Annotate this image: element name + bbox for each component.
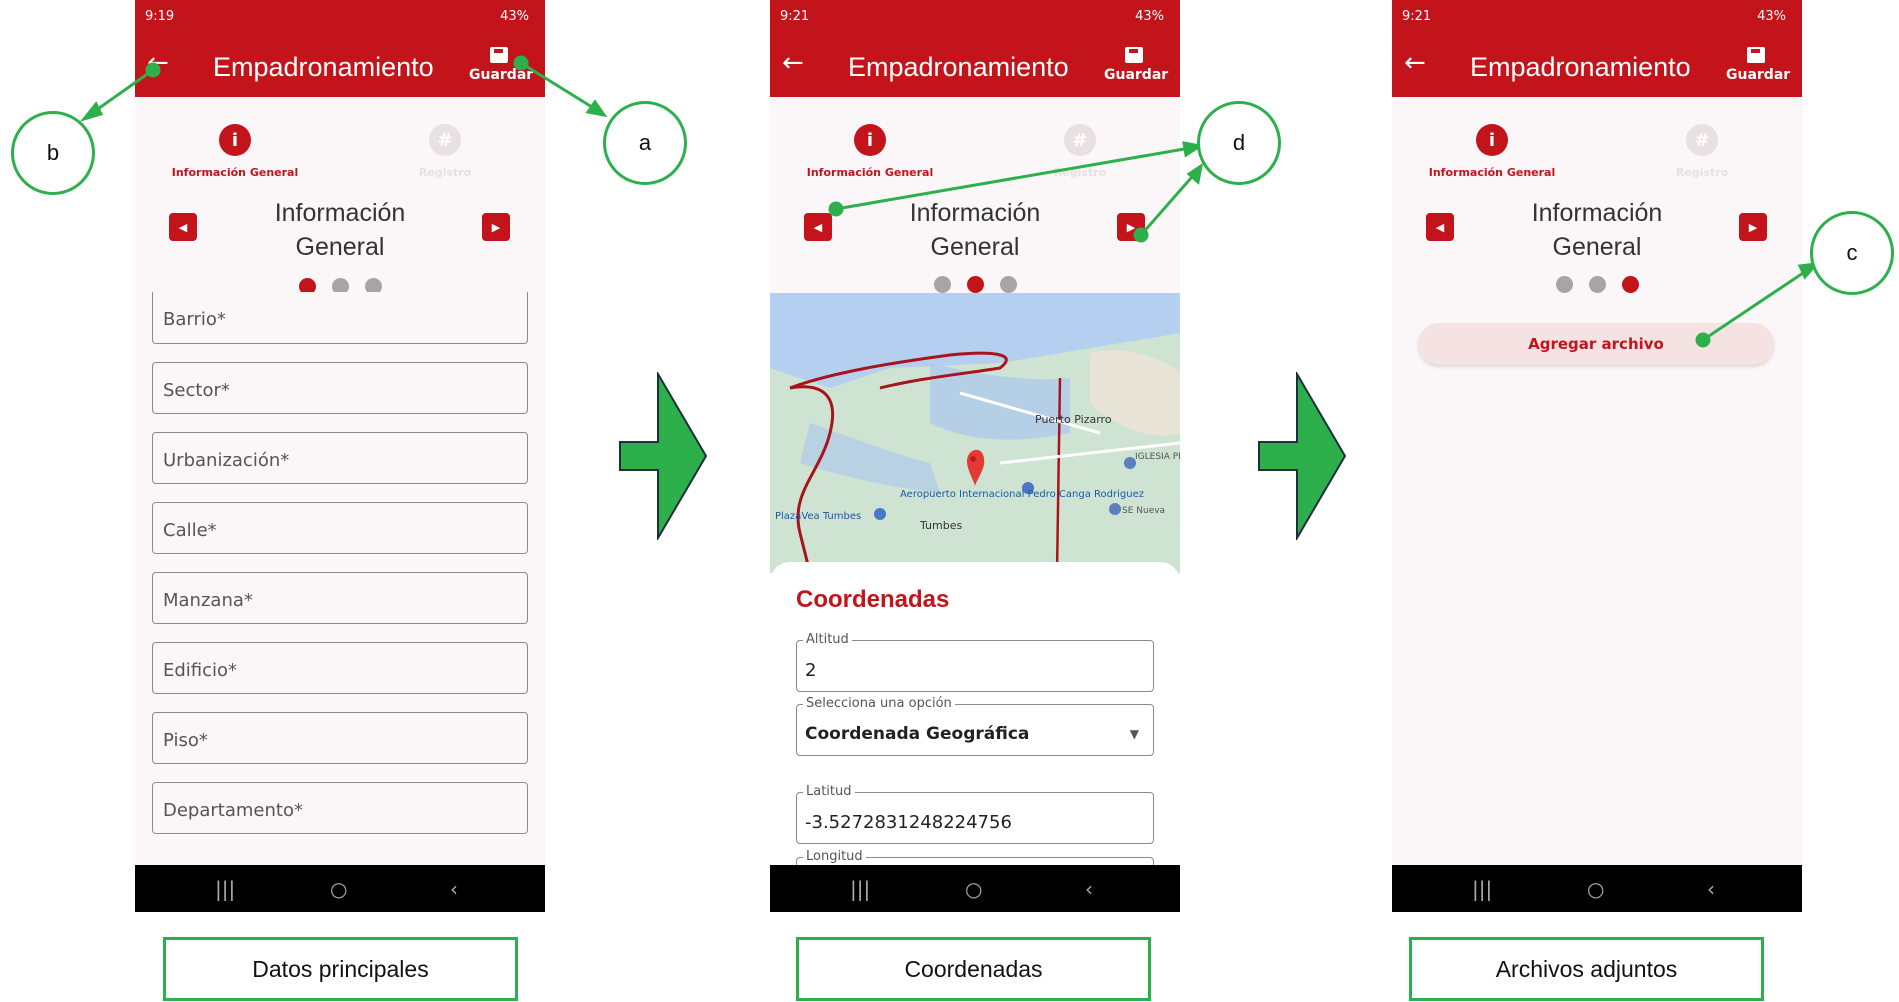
caption-coordenadas: Coordenadas: [796, 937, 1151, 1001]
stage: { "screens": [ { "status_time": "9:19", …: [0, 0, 1899, 1002]
caption-archivos: Archivos adjuntos: [1409, 937, 1764, 1001]
caption-datos: Datos principales: [163, 937, 518, 1001]
callout-c: c: [1810, 211, 1894, 295]
callout-d: d: [1197, 101, 1281, 185]
annotation-lines: [79, 55, 1820, 348]
callout-a: a: [603, 101, 687, 185]
callout-b: b: [11, 111, 95, 195]
